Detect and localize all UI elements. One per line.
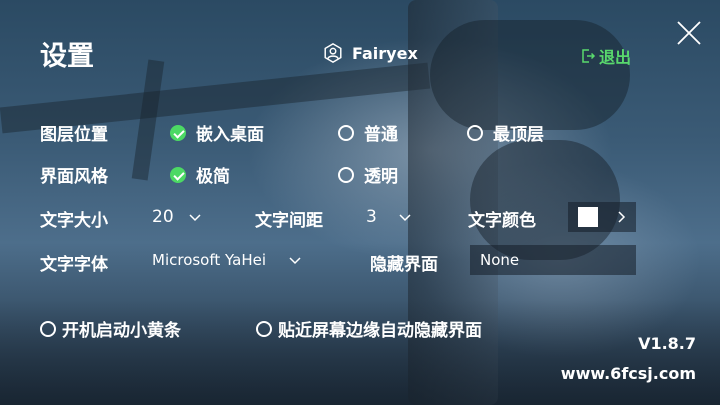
hide-ui-value: None (480, 251, 520, 269)
radio-unchecked-icon (467, 124, 483, 141)
chevron-down-icon (289, 257, 301, 265)
checkbox-unchecked-icon (256, 320, 272, 337)
chevron-down-icon (399, 214, 411, 222)
hide-ui-hotkey-field[interactable]: None (470, 245, 636, 275)
text-font-label: 文字字体 (40, 255, 108, 275)
user-account[interactable]: Fairyex (322, 42, 418, 64)
background-traffic-light-bottom (470, 140, 620, 260)
background-pole (408, 0, 498, 405)
text-color-picker[interactable] (568, 202, 636, 232)
radio-unchecked-icon (338, 124, 354, 141)
text-spacing-label: 文字间距 (255, 211, 323, 231)
text-size-select[interactable]: 20 (146, 202, 208, 232)
style-option-label: 透明 (364, 167, 398, 187)
logout-button[interactable]: 退出 (580, 44, 631, 68)
layer-option-embed[interactable]: 嵌入桌面 (170, 120, 264, 145)
version-label: V1.8.7 (638, 334, 696, 353)
username: Fairyex (352, 43, 418, 63)
background-post (131, 59, 165, 181)
text-spacing-select[interactable]: 3 (356, 202, 418, 232)
text-spacing-value: 3 (366, 207, 377, 227)
text-size-value: 20 (152, 207, 174, 227)
radio-checked-icon (170, 166, 186, 183)
chevron-down-icon (189, 214, 201, 222)
layer-option-label: 普通 (364, 125, 398, 145)
auto-hide-label: 贴近屏幕边缘自动隐藏界面 (278, 321, 482, 341)
website-watermark: www.6fcsj.com (560, 364, 696, 383)
text-font-value: Microsoft YaHei (152, 251, 266, 269)
logout-label: 退出 (599, 48, 632, 67)
layer-option-normal[interactable]: 普通 (338, 120, 398, 145)
style-option-transparent[interactable]: 透明 (338, 162, 398, 187)
auto-hide-option[interactable]: 贴近屏幕边缘自动隐藏界面 (256, 316, 482, 341)
background-traffic-light-top (430, 20, 630, 130)
layer-option-topmost[interactable]: 最顶层 (467, 120, 544, 145)
layer-position-label: 图层位置 (40, 125, 108, 145)
chevron-right-icon (618, 211, 626, 223)
text-font-select[interactable]: Microsoft YaHei (146, 245, 308, 275)
text-color-label: 文字颜色 (468, 211, 536, 231)
layer-option-label: 嵌入桌面 (196, 125, 264, 145)
radio-unchecked-icon (338, 166, 354, 183)
checkbox-unchecked-icon (40, 320, 56, 337)
logout-icon (582, 49, 596, 63)
page-title: 设置 (40, 41, 94, 72)
ui-style-label: 界面风格 (40, 167, 108, 187)
close-icon[interactable] (676, 20, 702, 46)
style-option-minimal[interactable]: 极简 (170, 162, 230, 187)
hide-ui-label: 隐藏界面 (370, 255, 438, 275)
user-icon (324, 42, 342, 64)
layer-option-label: 最顶层 (493, 125, 544, 145)
color-swatch (578, 207, 598, 227)
style-option-label: 极简 (196, 167, 230, 187)
text-size-label: 文字大小 (40, 211, 108, 231)
startup-label: 开机启动小黄条 (62, 321, 181, 341)
startup-option[interactable]: 开机启动小黄条 (40, 316, 181, 341)
radio-checked-icon (170, 124, 186, 141)
